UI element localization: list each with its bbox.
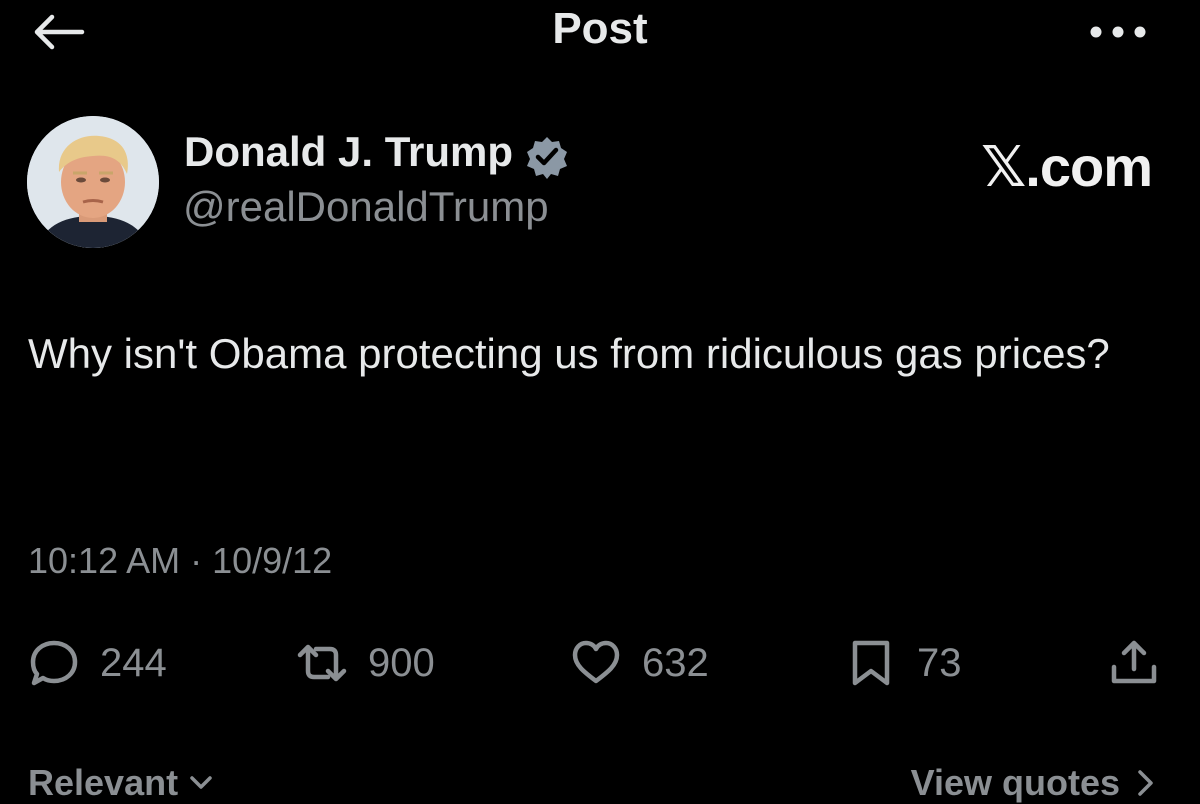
bookmark-icon — [852, 640, 890, 686]
avatar[interactable] — [27, 116, 159, 248]
like-button[interactable]: 632 — [570, 632, 709, 694]
share-button[interactable] — [1108, 632, 1160, 694]
repost-button[interactable]: 900 — [296, 632, 435, 694]
reply-button[interactable]: 244 — [28, 632, 167, 694]
repost-count: 900 — [368, 640, 435, 685]
share-icon — [1111, 640, 1157, 684]
verified-badge-icon — [527, 137, 567, 179]
more-horizontal-icon — [1090, 26, 1146, 38]
post-text: Why isn't Obama protecting us from ridic… — [28, 330, 1110, 377]
profile-photo — [27, 116, 159, 248]
chevron-right-icon — [1138, 770, 1153, 796]
author-handle[interactable]: @realDonaldTrump — [183, 183, 549, 231]
page-title: Post — [552, 4, 648, 53]
x-com-watermark: 𝕏.com — [981, 135, 1153, 198]
bookmark-button[interactable]: 73 — [845, 632, 962, 694]
chevron-down-icon — [190, 776, 212, 789]
reply-count: 244 — [100, 640, 167, 685]
repost-icon — [297, 644, 347, 682]
reply-icon — [30, 640, 78, 686]
heart-icon — [572, 640, 620, 684]
bookmark-count: 73 — [917, 640, 962, 685]
post-timestamp[interactable]: 10:12 AM · 10/9/12 — [28, 540, 332, 582]
verified-badge — [525, 135, 569, 179]
like-count: 632 — [642, 640, 709, 685]
more-options-button[interactable] — [1088, 12, 1148, 52]
author-name[interactable]: Donald J. Trump — [184, 128, 513, 176]
